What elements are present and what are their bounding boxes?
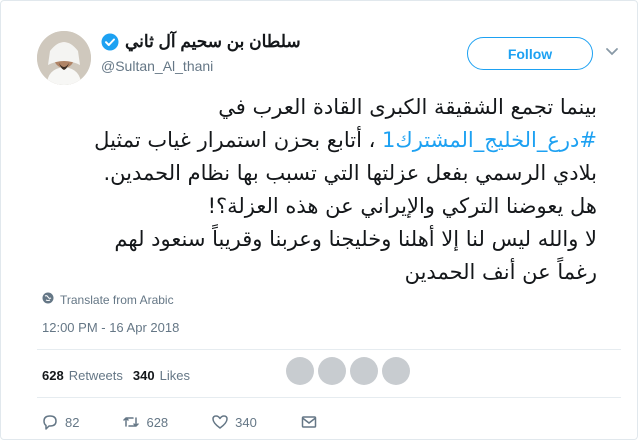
liker-avatar[interactable] [382,357,410,385]
follow-button[interactable]: Follow [467,37,593,70]
retweets-count: 628 [42,368,64,383]
name-row: سلطان بن سحيم آل ثاني [101,32,301,52]
tweet-actions: 82 628 340 [41,413,361,431]
retweets-label: Retweets [68,368,123,383]
hashtag-link[interactable]: #درع_الخليج_المشترك1 [382,128,597,152]
retweet-button[interactable]: 628 [122,413,168,431]
like-icon [212,415,228,429]
retweets-stat[interactable]: 628 Retweets [42,368,123,383]
reply-button[interactable]: 82 [41,413,79,431]
user-handle[interactable]: @Sultan_Al_thani [101,58,213,74]
tweet-line: #درع_الخليج_المشترك1 ، أتابع بحزن استمرا… [31,124,597,157]
display-name[interactable]: سلطان بن سحيم آل ثاني [125,32,301,52]
liker-avatar[interactable] [350,357,378,385]
retweet-icon [123,417,140,427]
translate-label: Translate from Arabic [60,292,174,307]
dm-icon [301,416,317,428]
reply-icon [43,415,57,430]
tweet-stats: 628 Retweets 340 Likes [42,368,190,383]
like-count: 340 [235,414,257,430]
liker-avatar[interactable] [318,357,346,385]
tweet-line: بينما تجمع الشقيقة الكبرى القادة العرب ف… [218,95,597,119]
translate-link[interactable]: Translate from Arabic [42,292,174,307]
reply-count: 82 [65,414,80,430]
verified-badge-icon [101,33,119,51]
tweet-card: سلطان بن سحيم آل ثاني @Sultan_Al_thani F… [0,0,638,440]
retweet-count: 628 [146,414,169,430]
like-button[interactable]: 340 [211,413,257,431]
likes-stat[interactable]: 340 Likes [133,368,190,383]
tweet-text: بينما تجمع الشقيقة الكبرى القادة العرب ف… [31,91,597,289]
liker-avatars [286,357,410,385]
divider [37,397,621,398]
likes-label: Likes [159,368,190,383]
tweet-line: رغماً عن أنف الحمدين [404,260,597,284]
liker-avatar[interactable] [286,357,314,385]
tweet-line: بلادي الرسمي بفعل عزلتها التي تسبب بها ن… [103,161,597,185]
tweet-line-text: ، أتابع بحزن استمرار غياب تمثيل [94,128,383,152]
tweet-timestamp[interactable]: 12:00 PM - 16 Apr 2018 [42,320,179,335]
tweet-line: هل يعوضنا التركي والإيراني عن هذه العزلة… [207,194,597,218]
divider [37,349,621,350]
dm-button[interactable] [300,413,318,431]
avatar[interactable] [37,31,91,85]
likes-count: 340 [132,368,155,383]
avatar-image [37,31,91,85]
tweet-line: لا والله ليس لنا إلا أهلنا وخليجنا وعربن… [114,227,597,251]
globe-icon [42,292,54,307]
chevron-down-icon[interactable] [604,43,620,59]
